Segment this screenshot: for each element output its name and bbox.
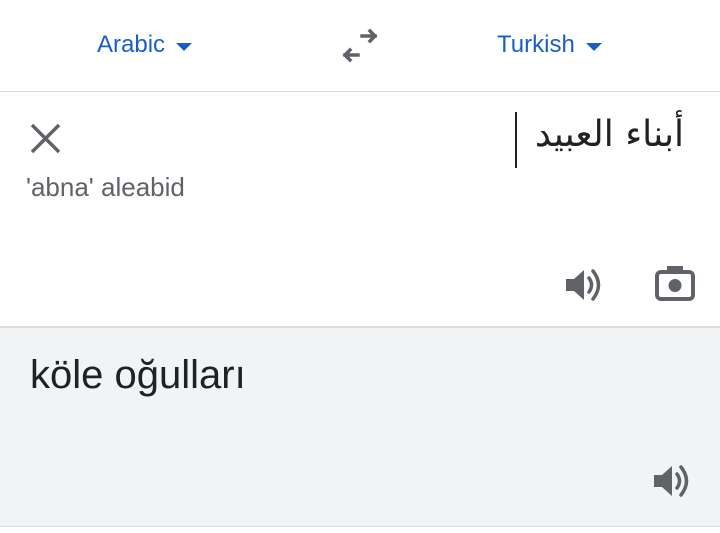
chevron-down-icon xyxy=(585,42,602,51)
camera-button[interactable] xyxy=(652,262,698,308)
speaker-icon xyxy=(654,465,689,497)
language-bar: Arabic Turkish xyxy=(0,0,720,92)
listen-source-button[interactable] xyxy=(562,262,608,308)
translation-text: köle oğulları xyxy=(30,353,246,397)
source-language-selector[interactable]: Arabic xyxy=(97,30,193,60)
translation-output-panel: köle oğulları xyxy=(0,328,720,527)
close-icon xyxy=(30,123,61,154)
listen-translation-button[interactable] xyxy=(650,458,696,504)
swap-languages-button[interactable] xyxy=(338,26,382,66)
target-language-selector[interactable]: Turkish xyxy=(497,30,602,60)
camera-icon xyxy=(655,266,695,301)
chevron-down-icon xyxy=(176,42,193,51)
clear-input-button[interactable] xyxy=(26,119,66,159)
source-language-label: Arabic xyxy=(97,31,166,58)
target-language-label: Turkish xyxy=(497,31,575,58)
source-text-input[interactable]: أبناء العبيد xyxy=(244,114,684,170)
text-cursor xyxy=(515,112,517,168)
transliteration-text: 'abna' aleabid xyxy=(26,172,185,202)
swap-languages-icon xyxy=(342,28,378,63)
source-input-panel: أبناء العبيد 'abna' aleabid xyxy=(0,92,720,328)
speaker-icon xyxy=(566,269,601,301)
